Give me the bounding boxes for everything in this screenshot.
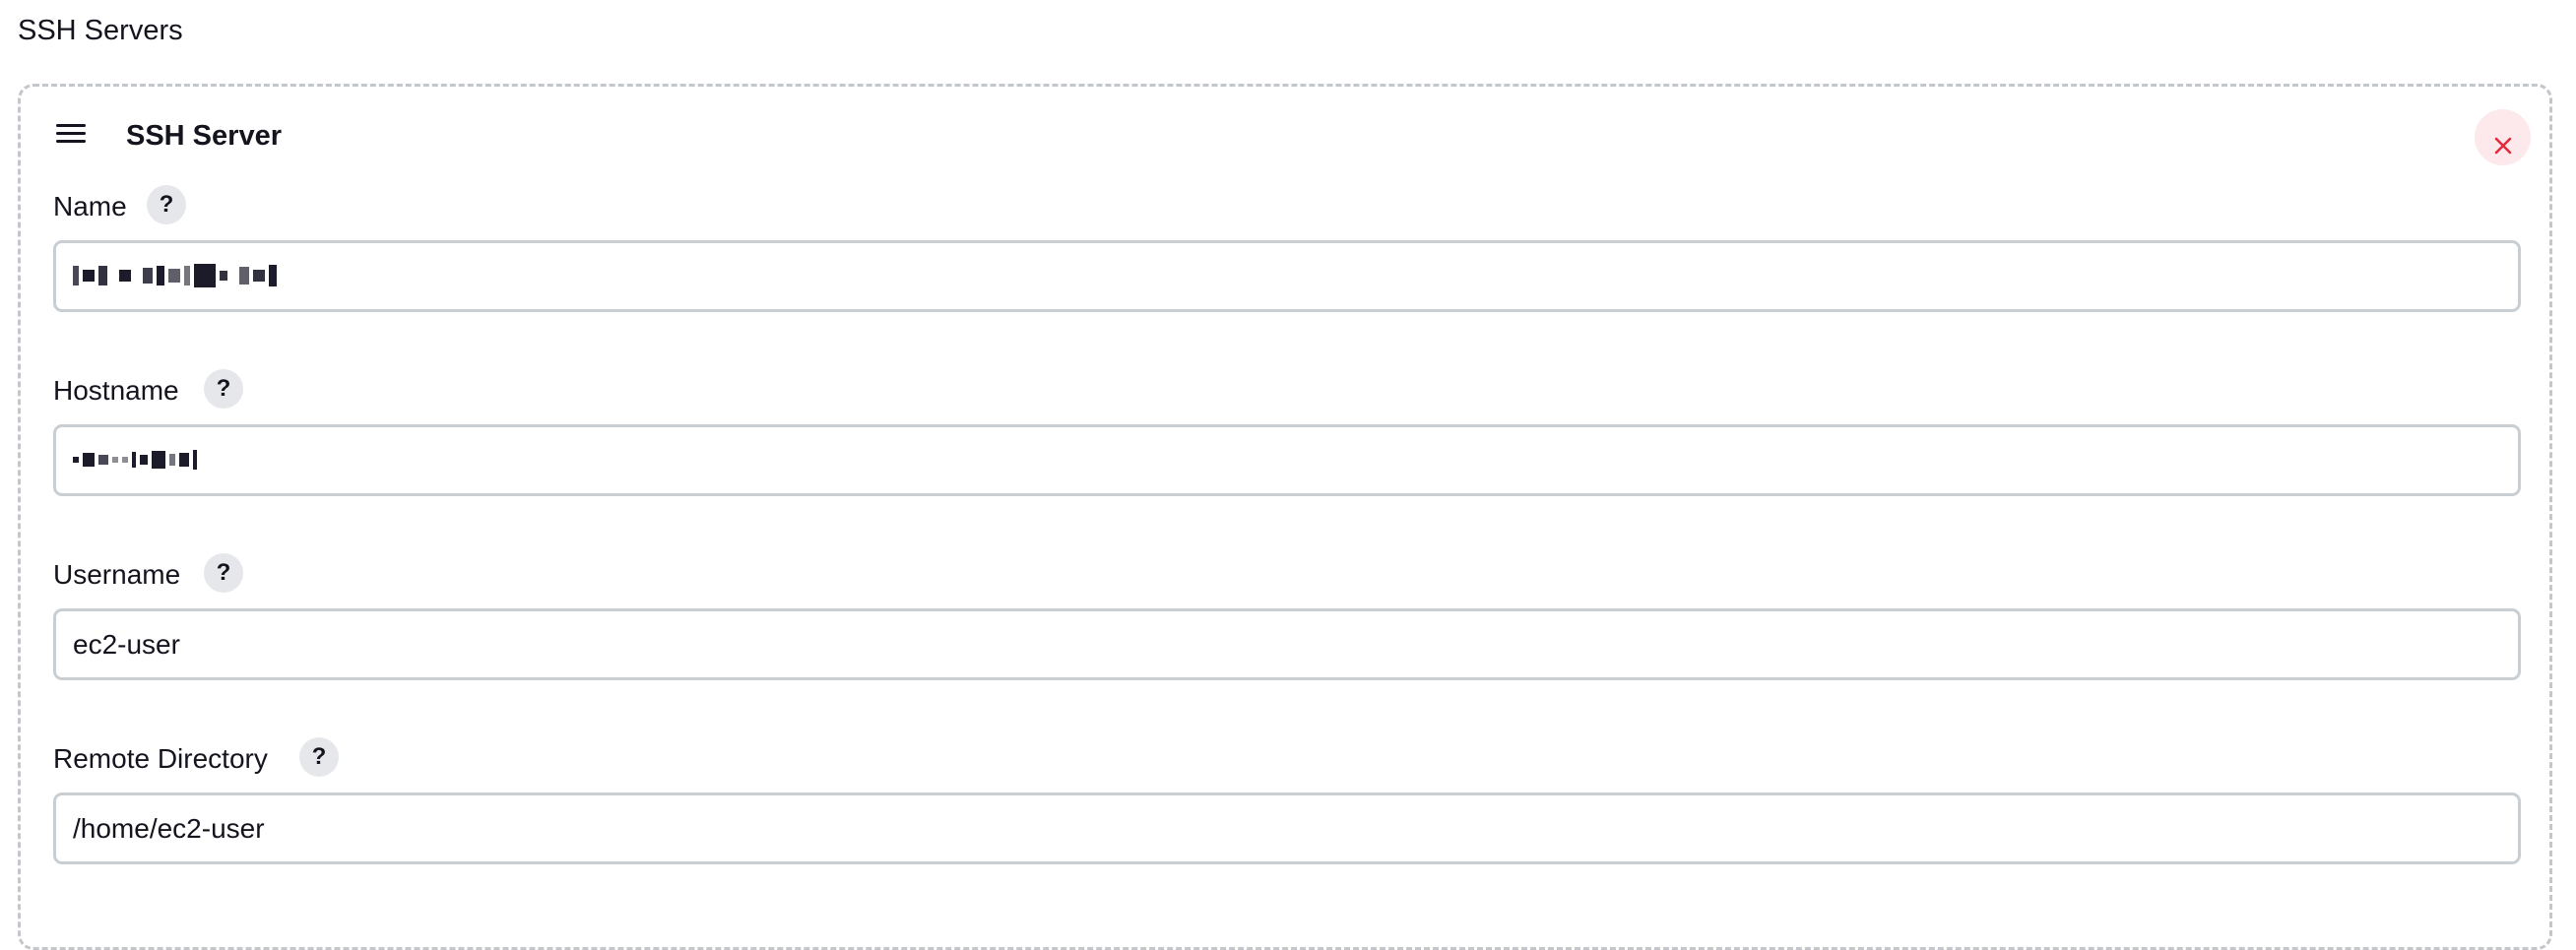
name-label-row: Name ?	[53, 185, 2521, 230]
close-icon	[2494, 137, 2511, 155]
remote-directory-label: Remote Directory	[53, 743, 268, 774]
card-title: SSH Server	[126, 120, 282, 152]
hamburger-icon[interactable]	[56, 124, 88, 150]
remote-directory-field: Remote Directory ?	[53, 737, 2521, 864]
name-redacted-value	[73, 258, 277, 293]
delete-server-button[interactable]	[2475, 109, 2531, 165]
remote-directory-label-row: Remote Directory ?	[53, 737, 2521, 783]
name-label: Name	[53, 191, 127, 222]
username-field: Username ?	[53, 553, 2521, 680]
username-label-row: Username ?	[53, 553, 2521, 599]
name-input[interactable]	[53, 240, 2521, 312]
card-header: SSH Server	[21, 87, 2549, 185]
remote-directory-input[interactable]	[53, 792, 2521, 864]
username-label: Username	[53, 559, 181, 590]
name-field: Name ?	[53, 185, 2521, 312]
hostname-field: Hostname ?	[53, 369, 2521, 496]
name-help-button[interactable]: ?	[147, 185, 186, 224]
remote-directory-help-button[interactable]: ?	[299, 737, 339, 777]
hostname-help-button[interactable]: ?	[204, 369, 243, 409]
hostname-label: Hostname	[53, 375, 179, 406]
section-title: SSH Servers	[18, 15, 183, 46]
hostname-label-row: Hostname ?	[53, 369, 2521, 414]
username-input[interactable]	[53, 608, 2521, 680]
ssh-server-card: SSH Server Name ? Hostname ? Username ? …	[18, 84, 2552, 950]
username-help-button[interactable]: ?	[204, 553, 243, 593]
hostname-input[interactable]	[53, 424, 2521, 496]
hostname-redacted-value	[73, 442, 197, 477]
